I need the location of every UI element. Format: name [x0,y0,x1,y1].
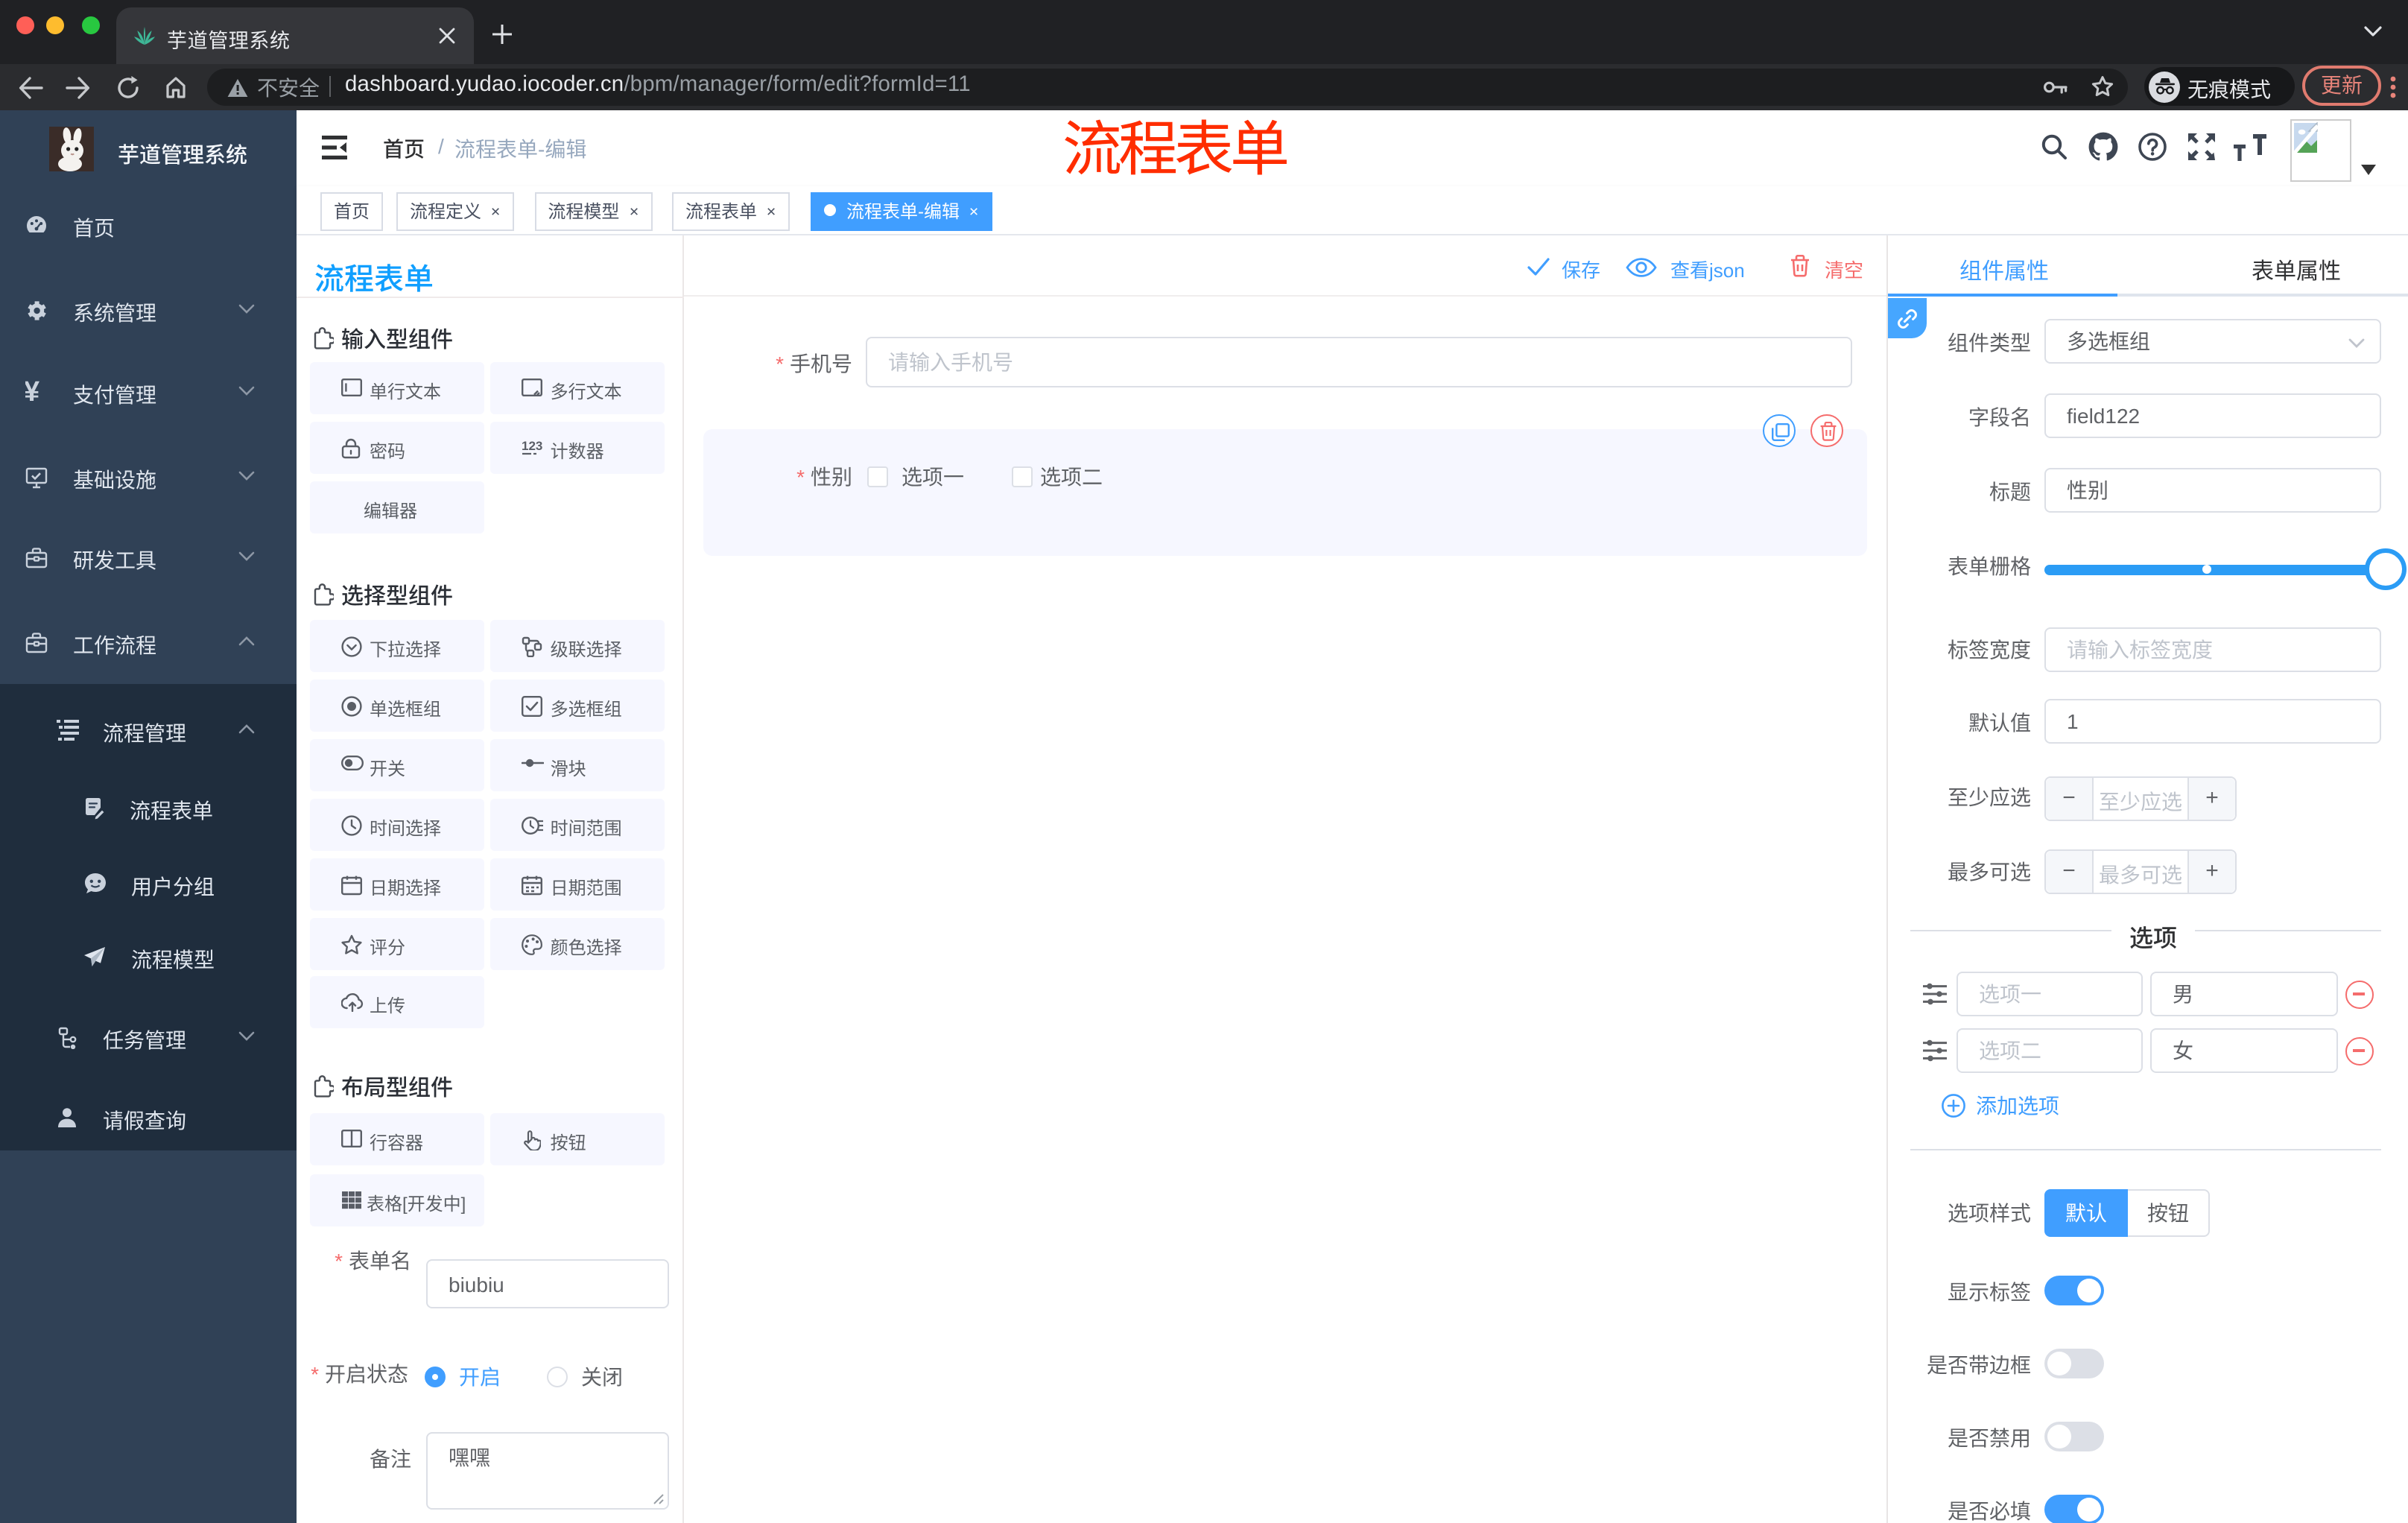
svg-text:123: 123 [522,439,543,453]
svg-text:¥: ¥ [25,379,39,404]
